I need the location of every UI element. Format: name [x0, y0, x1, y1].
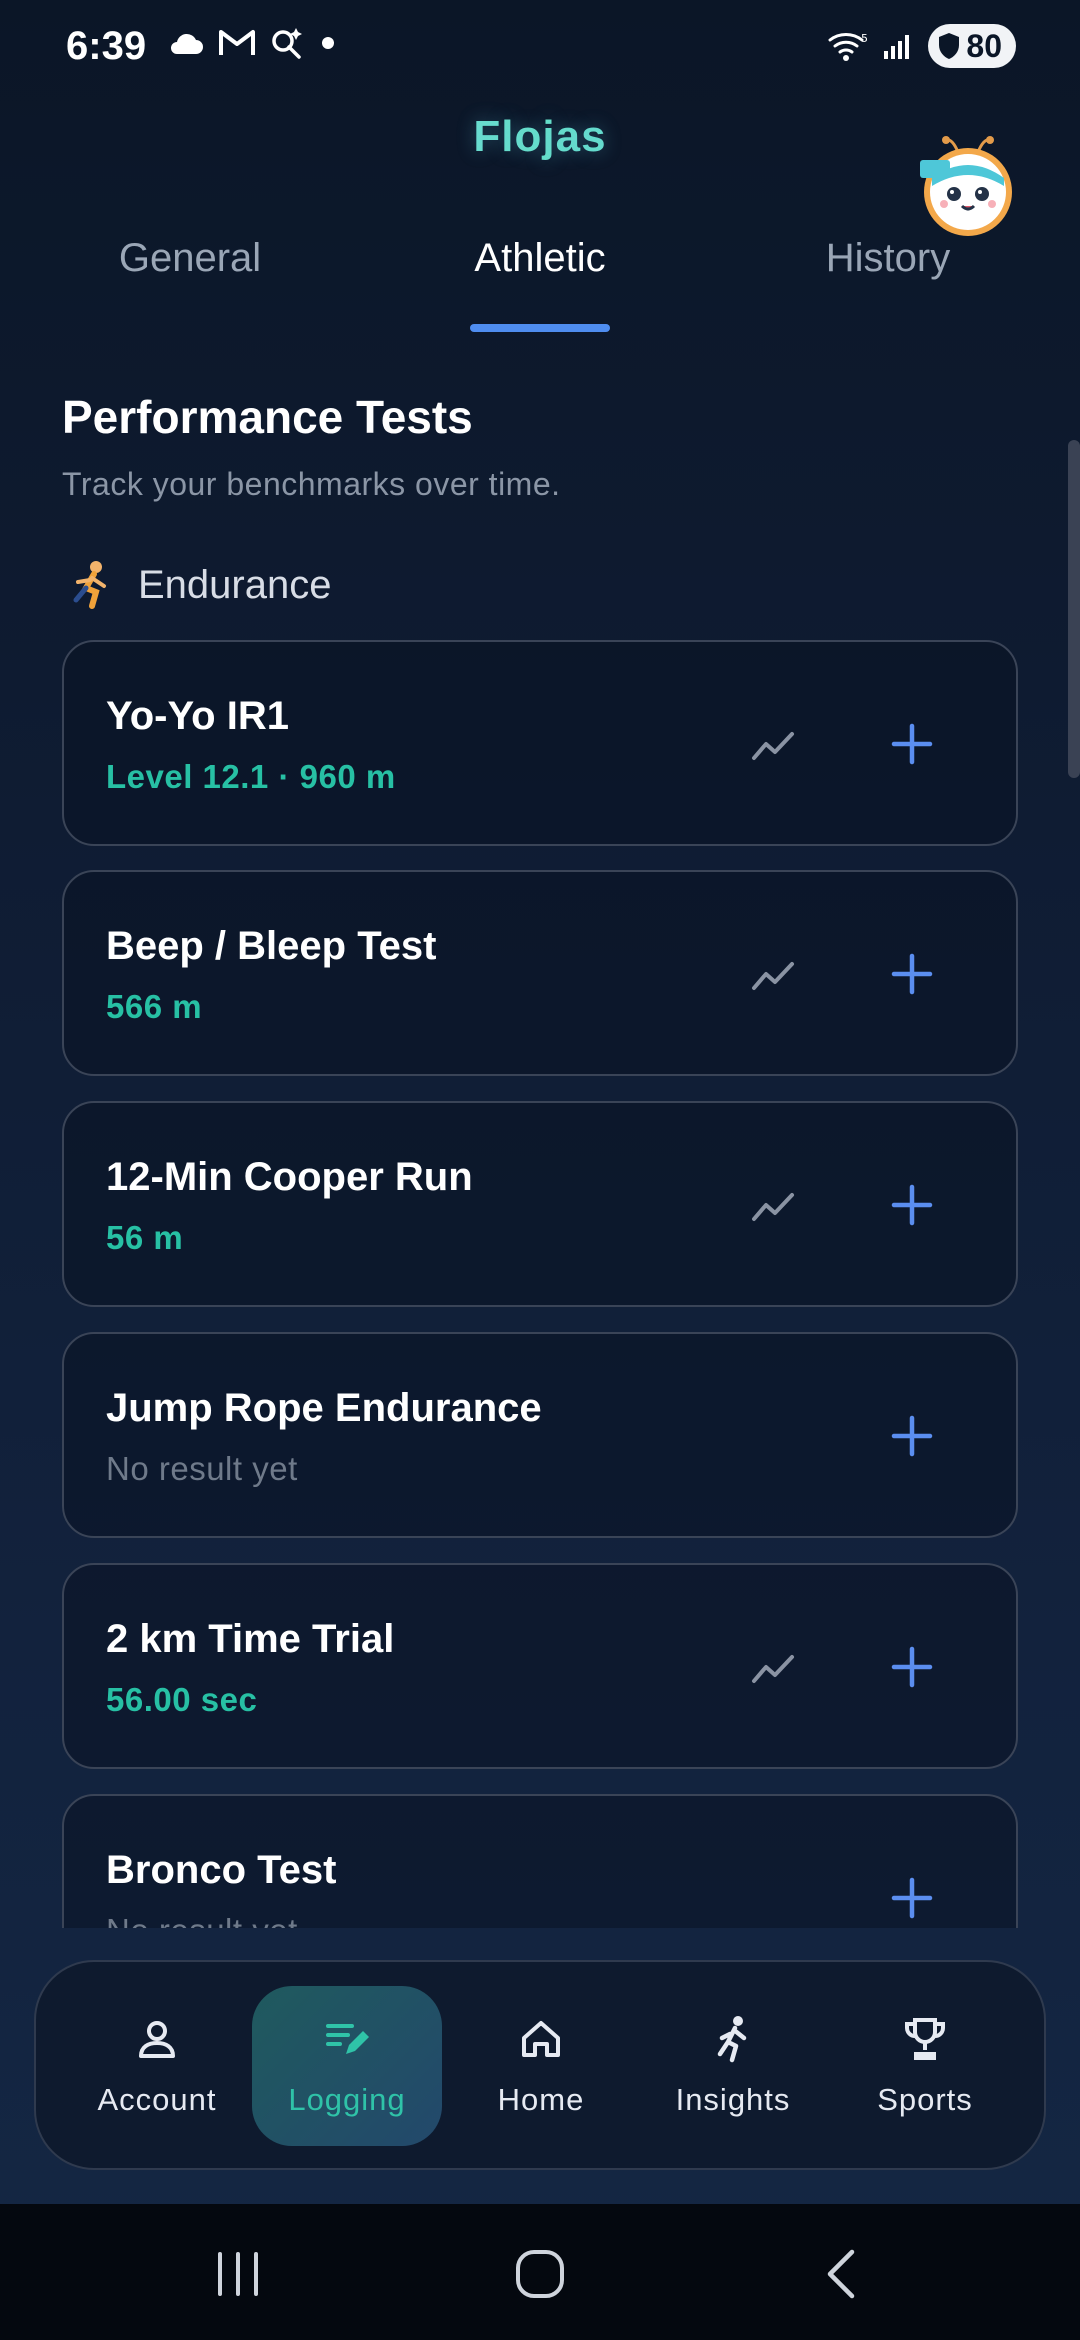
test-card-cooper[interactable]: 12-Min Cooper Run 56 m [62, 1101, 1018, 1307]
scrollbar-thumb[interactable] [1068, 440, 1080, 778]
trend-chart-icon[interactable] [748, 1643, 798, 1693]
test-name: Beep / Bleep Test [106, 924, 437, 968]
shield-icon [939, 33, 960, 59]
test-card-beep[interactable]: Beep / Bleep Test 566 m [62, 870, 1018, 1076]
test-result: 566 m [106, 988, 203, 1025]
test-result: Level 12.1 · 960 m [106, 758, 396, 795]
test-name: 12-Min Cooper Run [106, 1155, 473, 1199]
home-icon [522, 2021, 560, 2057]
add-result-icon[interactable] [884, 1408, 940, 1464]
test-card-yoyo[interactable]: Yo-Yo IR1 Level 12.1 · 960 m [62, 640, 1018, 846]
wifi-icon: 5 [828, 32, 868, 61]
section-subtitle: Track your benchmarks over time. [62, 466, 561, 502]
running-person-icon [73, 561, 106, 609]
trend-chart-icon[interactable] [748, 950, 798, 1000]
status-bar: 6:39 5 80 [0, 0, 1080, 96]
test-list: Yo-Yo IR1 Level 12.1 · 960 m Beep / Blee… [62, 640, 1018, 1928]
system-icons: 5 80 [828, 24, 1016, 68]
nav-logging[interactable]: Logging [252, 1986, 442, 2146]
nav-label: Home [497, 2082, 585, 2117]
dot-icon [322, 37, 334, 49]
nav-label: Sports [877, 2082, 973, 2117]
status-time: 6:39 [66, 24, 147, 68]
notification-icons [168, 26, 338, 60]
category-header: Endurance [68, 560, 331, 610]
test-result: 56 m [106, 1219, 184, 1256]
test-name: Yo-Yo IR1 [106, 694, 289, 738]
category-label: Endurance [138, 562, 332, 607]
active-tab-indicator [470, 324, 610, 332]
cloud-icon [171, 33, 203, 54]
trophy-icon [905, 2018, 945, 2060]
bottom-nav: Account Logging Home Insights Sports [34, 1960, 1046, 2170]
signal-icon [884, 35, 910, 59]
battery-indicator: 80 [928, 24, 1016, 68]
test-result: 56.00 sec [106, 1681, 258, 1718]
back-icon[interactable] [812, 2244, 872, 2304]
home-button-icon[interactable] [510, 2244, 570, 2304]
add-result-icon[interactable] [884, 716, 940, 772]
mascot-icon [920, 136, 1012, 236]
recents-icon[interactable] [208, 2244, 268, 2304]
nav-home[interactable]: Home [460, 1962, 622, 2168]
runner-icon [717, 2016, 747, 2063]
gmail-icon [219, 30, 255, 55]
trend-chart-icon[interactable] [748, 1181, 798, 1231]
test-card-bronco[interactable]: Bronco Test No result yet [62, 1794, 1018, 1928]
add-result-icon[interactable] [884, 1639, 940, 1695]
tab-athletic[interactable]: Athletic [440, 236, 640, 281]
tab-bar: General Athletic History [0, 236, 1080, 336]
tab-history[interactable]: History [788, 236, 988, 281]
test-result: No result yet [106, 1912, 298, 1928]
trend-chart-icon[interactable] [748, 720, 798, 770]
tab-general[interactable]: General [90, 236, 290, 281]
svg-text:5: 5 [861, 32, 868, 45]
search-sparkle-icon [272, 28, 302, 59]
nav-sports[interactable]: Sports [844, 1962, 1006, 2168]
test-card-jump-rope[interactable]: Jump Rope Endurance No result yet [62, 1332, 1018, 1538]
test-card-2km[interactable]: 2 km Time Trial 56.00 sec [62, 1563, 1018, 1769]
test-name: Jump Rope Endurance [106, 1386, 542, 1430]
edit-list-icon [326, 2024, 369, 2054]
nav-insights[interactable]: Insights [652, 1962, 814, 2168]
battery-level: 80 [966, 27, 1002, 64]
test-result: No result yet [106, 1450, 298, 1487]
test-name: 2 km Time Trial [106, 1617, 395, 1661]
person-icon [139, 2021, 175, 2058]
nav-label: Insights [675, 2082, 791, 2117]
section-title: Performance Tests [62, 391, 473, 443]
add-result-icon[interactable] [884, 1870, 940, 1926]
nav-account[interactable]: Account [76, 1962, 238, 2168]
add-result-icon[interactable] [884, 946, 940, 1002]
add-result-icon[interactable] [884, 1177, 940, 1233]
nav-label: Logging [288, 2082, 406, 2117]
nav-label: Account [97, 2082, 217, 2117]
mascot-avatar[interactable] [918, 134, 1018, 238]
system-nav-bar [0, 2204, 1080, 2340]
test-name: Bronco Test [106, 1848, 337, 1892]
